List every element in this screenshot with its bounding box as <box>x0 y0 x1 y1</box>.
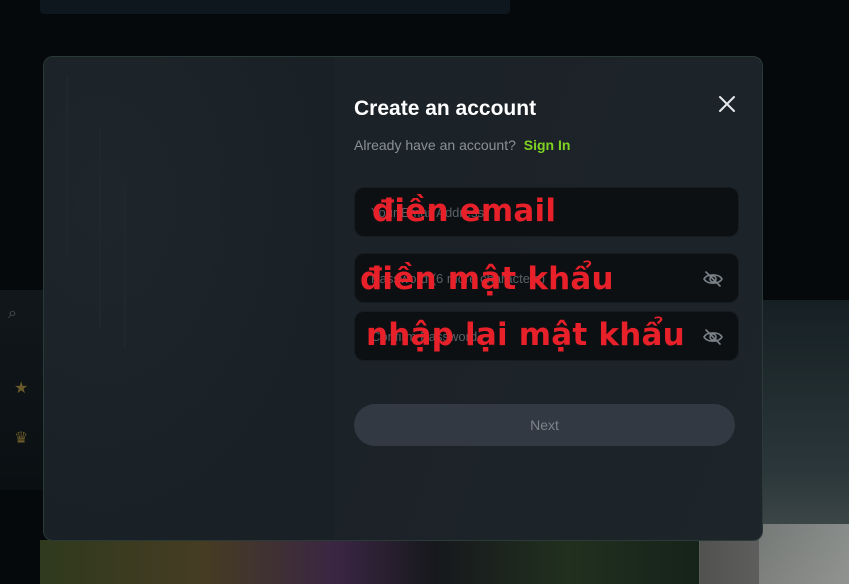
signin-prompt: Already have an account? Sign In <box>354 137 570 153</box>
password-visibility-toggle[interactable] <box>702 268 724 290</box>
background-star-icon: ★ <box>14 380 29 397</box>
signup-modal: Create an account Already have an accoun… <box>43 56 763 541</box>
background-game-thumbnails <box>40 540 700 584</box>
password-field[interactable] <box>354 253 739 303</box>
close-button[interactable] <box>716 93 738 115</box>
background-header <box>40 0 510 14</box>
next-button[interactable]: Next <box>354 404 735 446</box>
password-input[interactable] <box>371 254 691 302</box>
signin-prompt-text: Already have an account? <box>354 137 516 153</box>
close-icon <box>719 96 735 112</box>
confirm-password-input[interactable] <box>371 312 691 360</box>
modal-art-panel <box>44 57 334 540</box>
confirm-password-visibility-toggle[interactable] <box>702 326 724 348</box>
background-trophy-icon: ♛ <box>14 430 29 447</box>
background-search-icon: ⌕ <box>8 305 17 322</box>
email-field[interactable] <box>354 187 739 237</box>
modal-title: Create an account <box>354 97 537 120</box>
eye-slash-icon <box>703 329 723 345</box>
confirm-password-field[interactable] <box>354 311 739 361</box>
signin-link[interactable]: Sign In <box>524 137 571 153</box>
eye-slash-icon <box>703 271 723 287</box>
email-input[interactable] <box>371 188 691 236</box>
